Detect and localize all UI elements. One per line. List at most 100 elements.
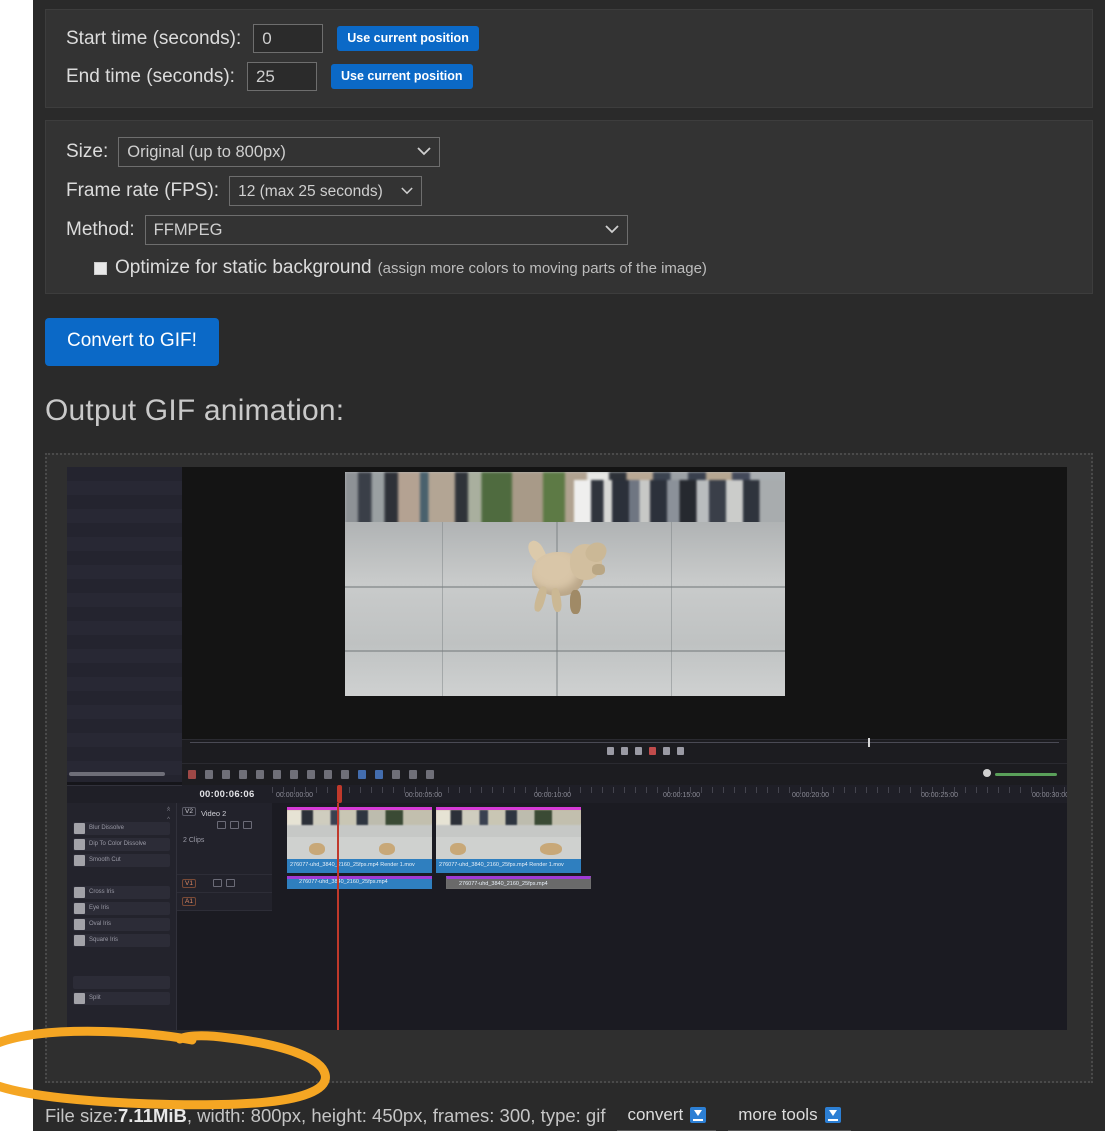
track-badge[interactable]: A1 — [182, 897, 196, 906]
playhead-handle[interactable] — [337, 785, 342, 803]
optimize-row: Optimize for static background (assign m… — [66, 257, 1072, 279]
effect-thumb-icon — [74, 855, 85, 866]
track-badge[interactable]: V1 — [182, 879, 196, 888]
effect-label: Cross Iris — [89, 889, 115, 895]
end-time-input[interactable] — [246, 62, 317, 91]
effect-thumb-icon — [74, 919, 85, 930]
start-time-input[interactable] — [253, 24, 324, 53]
effect-item[interactable] — [73, 976, 170, 989]
timeline-audio-clip[interactable]: 276077-uhd_3840_2160_25fps.mp4 — [446, 876, 591, 889]
zoom-icon[interactable] — [392, 770, 400, 779]
editor-tool-buttons[interactable] — [188, 770, 434, 779]
track-badge[interactable]: V2 — [182, 807, 196, 816]
playback-controls[interactable] — [606, 747, 684, 755]
effect-item[interactable]: Split — [73, 992, 170, 1005]
convert-to-gif-button[interactable]: Convert to GIF! — [45, 318, 219, 366]
fit-icon[interactable] — [426, 770, 434, 779]
track-header-v2[interactable]: V2 Video 2 2 Clips — [177, 803, 272, 875]
fps-label: Frame rate (FPS): — [66, 180, 220, 201]
convert-dropdown-button[interactable]: convert — [617, 1101, 717, 1131]
play-pause-icon[interactable] — [634, 747, 642, 755]
effects-browser[interactable]: ^ Blur Dissolve Dip To Color Dissolve Sm… — [67, 803, 177, 1030]
brush-icon[interactable] — [324, 770, 332, 779]
ruler-label: 00:00:20:00 — [792, 792, 829, 799]
effect-item[interactable]: Square Iris — [73, 934, 170, 947]
toggle-sync-lock-icon[interactable] — [217, 821, 226, 829]
file-dimensions-text: , width: 800px, height: 450px, frames: 3… — [186, 1105, 606, 1126]
end-use-current-position-button[interactable]: Use current position — [330, 64, 473, 89]
collapse-caret-icon[interactable]: ^ — [167, 817, 170, 823]
panel-scrollbar[interactable] — [69, 772, 165, 776]
output-heading: Output GIF animation: — [45, 394, 345, 427]
split-icon[interactable] — [222, 770, 230, 779]
scrubber-handle[interactable] — [867, 738, 870, 747]
program-monitor — [182, 467, 1067, 739]
size-select-wrap: Original (up to 800px) — [108, 137, 441, 167]
effect-label: Square Iris — [89, 937, 119, 943]
effect-label: Blur Dissolve — [89, 825, 125, 831]
effect-item[interactable]: Cross Iris — [73, 886, 170, 899]
fps-row: Frame rate (FPS): 12 (max 25 seconds) — [66, 176, 1072, 206]
export-frame-icon[interactable] — [239, 770, 247, 779]
crop-icon[interactable] — [256, 770, 264, 779]
pen-icon[interactable] — [307, 770, 315, 779]
download-icon — [824, 1107, 841, 1123]
toggle-lock-track-icon[interactable] — [243, 821, 252, 829]
effect-label: Split — [89, 995, 101, 1001]
monitor-scrubber[interactable] — [190, 738, 1059, 747]
step-back-icon[interactable] — [620, 747, 628, 755]
track-toggle-icons[interactable] — [217, 821, 252, 829]
timeline-clip[interactable]: 276077-uhd_3840_2160_25fps.mp4 Render 1.… — [287, 807, 432, 873]
go-to-end-icon[interactable] — [662, 747, 670, 755]
method-row: Method: FFMPEG — [66, 215, 1072, 245]
effect-item[interactable]: Smooth Cut — [73, 854, 170, 867]
effect-item[interactable]: Blur Dissolve — [73, 822, 170, 835]
effect-label: Eye Iris — [89, 905, 110, 911]
lock-icon[interactable] — [341, 770, 349, 779]
size-label: Size: — [66, 141, 109, 162]
end-time-label: End time (seconds): — [66, 65, 235, 87]
playhead[interactable] — [337, 803, 339, 1030]
track-name: Video 2 — [201, 809, 227, 818]
volume-slider[interactable] — [995, 773, 1057, 776]
step-forward-icon[interactable] — [648, 747, 656, 755]
toggle-track-output-icon[interactable] — [213, 879, 222, 887]
optimize-static-background-checkbox[interactable] — [94, 261, 107, 275]
start-use-current-position-button[interactable]: Use current position — [337, 26, 479, 51]
color-swatch-icon[interactable] — [358, 770, 366, 779]
effect-thumb-icon — [74, 839, 85, 850]
more-tools-dropdown-button[interactable]: more tools — [728, 1101, 851, 1131]
size-select[interactable]: Original (up to 800px) — [118, 137, 441, 167]
add-marker-icon[interactable] — [205, 770, 213, 779]
secondary-color-icon[interactable] — [375, 770, 383, 779]
convert-dropdown-label: convert — [627, 1105, 684, 1124]
track-header-v1[interactable]: V1 — [177, 875, 272, 893]
timeline-clip[interactable]: 276077-uhd_3840_2160_25fps.mp4 Render 1.… — [436, 807, 581, 873]
track-header-a1[interactable]: A1 — [177, 893, 272, 911]
timeline-ruler[interactable]: 00:00:00:00 00:00:05:00 00:00:10:00 00:0… — [272, 785, 1067, 803]
effect-item[interactable]: Dip To Color Dissolve — [73, 838, 170, 851]
gif-preview[interactable]: 00:00:06:06 00:00:00:00 00:00:05:00 00:0… — [67, 467, 1067, 1030]
effect-item[interactable]: Eye Iris — [73, 902, 170, 915]
effect-item[interactable]: Oval Iris — [73, 918, 170, 931]
ruler-label: 00:00:00:00 — [276, 792, 313, 799]
ruler-label: 00:00:15:00 — [663, 792, 700, 799]
fps-select[interactable]: 12 (max 25 seconds) — [229, 176, 423, 206]
mask-icon[interactable] — [273, 770, 281, 779]
timeline-audio-clip[interactable]: 276077-uhd_3840_2160_25fps.mp4 — [287, 876, 432, 889]
start-time-label: Start time (seconds): — [66, 27, 242, 49]
collapse-caret-icon[interactable]: ^ — [167, 809, 170, 815]
volume-knob-icon[interactable] — [983, 769, 991, 777]
magnify-icon[interactable] — [409, 770, 417, 779]
convert-button-wrap: Convert to GIF! — [33, 294, 1105, 366]
clip-caption: 276077-uhd_3840_2160_25fps.mp4 Render 1.… — [436, 859, 581, 873]
method-select[interactable]: FFMPEG — [144, 215, 628, 245]
loop-icon[interactable] — [676, 747, 684, 755]
file-size-value: 7.11MiB — [118, 1105, 187, 1126]
transform-icon[interactable] — [290, 770, 298, 779]
marker-icon[interactable] — [188, 770, 196, 779]
go-to-start-icon[interactable] — [606, 747, 614, 755]
track-toggle-icons[interactable] — [213, 879, 235, 887]
toggle-lock-track-icon[interactable] — [226, 879, 235, 887]
toggle-track-output-icon[interactable] — [230, 821, 239, 829]
